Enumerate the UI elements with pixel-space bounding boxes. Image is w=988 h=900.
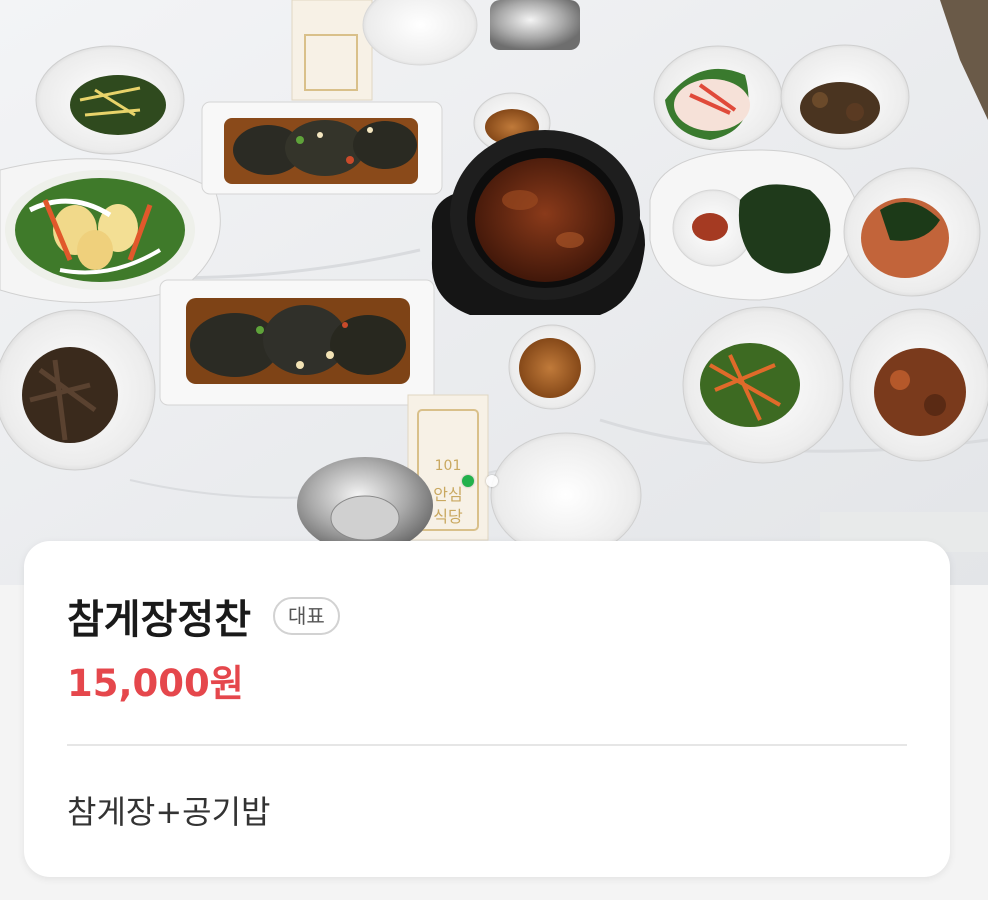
pager-dot[interactable] xyxy=(486,475,498,487)
menu-info-card: 참게장정찬 대표 15,000원 참게장+공기밥 xyxy=(24,541,950,877)
menu-name: 참게장정찬 xyxy=(67,597,251,643)
menu-title-row: 참게장정찬 대표 xyxy=(67,587,340,645)
divider xyxy=(67,744,907,746)
pager-dot-active[interactable] xyxy=(462,475,474,487)
napkin-print-line2: 식당 xyxy=(433,507,463,526)
menu-description: 참게장+공기밥 xyxy=(67,793,271,831)
napkin-emblem: 101 xyxy=(435,458,462,474)
menu-detail-screen: 101 안심 식당 참게장정찬 대표 15,000원 참게장+공기밥 xyxy=(0,0,988,900)
menu-price: 15,000원 xyxy=(67,662,244,705)
napkin-print-line1: 안심 xyxy=(433,485,462,504)
menu-photo-image: 101 안심 식당 xyxy=(0,0,988,585)
menu-photo[interactable]: 101 안심 식당 xyxy=(0,0,988,585)
representative-badge: 대표 xyxy=(273,597,340,635)
photo-pager[interactable] xyxy=(462,475,498,487)
